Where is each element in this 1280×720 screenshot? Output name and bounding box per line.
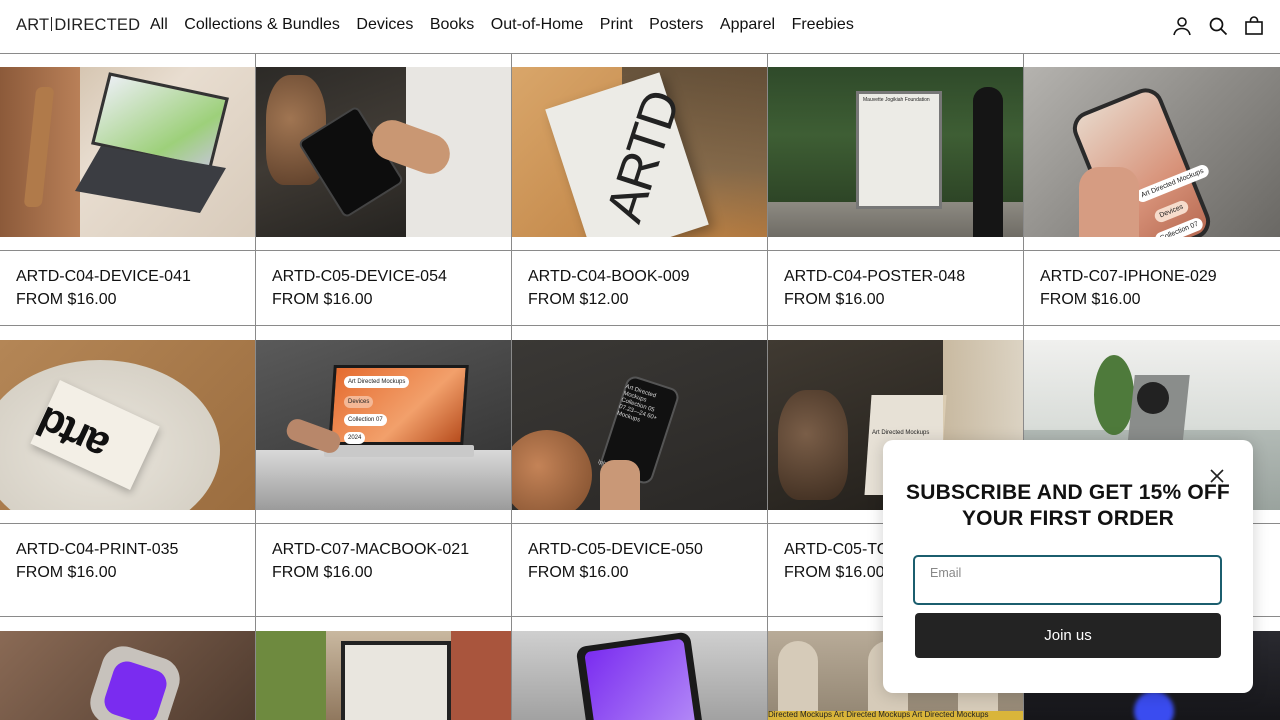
nav-apparel[interactable]: Apparel	[720, 16, 775, 34]
product-title[interactable]: ARTD-C04-BOOK-009	[528, 268, 690, 286]
product-meta: ARTD-C05-DEVICE-050 FROM $16.00	[512, 523, 767, 617]
product-image[interactable]: Mauvette Jogikiah Foundation	[768, 67, 1023, 237]
mac-pill-4: 2024	[344, 432, 366, 444]
product-card[interactable]: ARTD-C04-DEVICE-041 FROM $16.00	[0, 54, 256, 326]
nav-collections-bundles[interactable]: Collections & Bundles	[184, 16, 340, 34]
product-meta: ARTD-C04-BOOK-009 FROM $12.00	[512, 250, 767, 326]
product-image[interactable]	[256, 67, 511, 237]
nav-print[interactable]: Print	[600, 16, 633, 34]
product-card[interactable]: Art Directed Mockups Collection 05 07.23…	[512, 326, 768, 617]
product-title[interactable]: ARTD-C04-DEVICE-041	[16, 268, 191, 286]
product-card[interactable]	[0, 617, 256, 720]
product-price: FROM $16.00	[16, 291, 117, 308]
logo-left: ART	[16, 16, 50, 34]
email-label: Email	[930, 566, 962, 580]
subscribe-popup: SUBSCRIBE AND GET 15% OFF YOUR FIRST ORD…	[883, 440, 1253, 693]
product-image[interactable]: Art Directed Mockups Devices Collection …	[1024, 67, 1280, 237]
product-meta: ARTD-C04-POSTER-048 FROM $16.00	[768, 250, 1023, 326]
product-image[interactable]: Art Directed Mockups Collection 05 07.23…	[512, 340, 767, 510]
nav-out-of-home[interactable]: Out-of-Home	[491, 16, 583, 34]
nav-freebies[interactable]: Freebies	[792, 16, 854, 34]
product-row: ARTD-C04-DEVICE-041 FROM $16.00 ARTD-C05…	[0, 54, 1280, 326]
product-image[interactable]: Art Directed Mockups Devices Collection …	[256, 340, 511, 510]
tote-text: Art Directed Mockups	[872, 430, 930, 436]
product-image[interactable]	[0, 631, 255, 720]
product-image[interactable]: ARTD	[512, 67, 767, 237]
product-meta: ARTD-C04-DEVICE-041 FROM $16.00	[0, 250, 255, 326]
popup-heading: SUBSCRIBE AND GET 15% OFF YOUR FIRST ORD…	[906, 481, 1230, 530]
logo[interactable]: ART DIRECTED	[16, 16, 140, 35]
header-icons	[1172, 16, 1264, 36]
product-price: FROM $16.00	[528, 564, 629, 581]
product-card[interactable]: Art Directed Mockups Devices Collection …	[256, 326, 512, 617]
poster-header-text: Mauvette Jogikiah Foundation	[863, 97, 930, 103]
product-card[interactable]: artd ARTD-C04-PRINT-035 FROM $16.00	[0, 326, 256, 617]
product-price: FROM $12.00	[528, 291, 629, 308]
product-image[interactable]	[256, 631, 511, 720]
logo-right: DIRECTED	[54, 16, 141, 34]
mac-pill-2: Devices	[344, 396, 374, 408]
product-title[interactable]: ARTD-C04-PRINT-035	[16, 541, 178, 559]
nav-posters[interactable]: Posters	[649, 16, 703, 34]
email-input[interactable]	[929, 581, 1209, 601]
product-image[interactable]: artd	[0, 340, 255, 510]
product-title[interactable]: ARTD-C07-IPHONE-029	[1040, 268, 1217, 286]
product-title[interactable]: ARTD-C05-DEVICE-050	[528, 541, 703, 559]
nav-books[interactable]: Books	[430, 16, 474, 34]
product-meta: ARTD-C07-MACBOOK-021 FROM $16.00	[256, 523, 511, 617]
product-title[interactable]: ARTD-C04-POSTER-048	[784, 268, 965, 286]
nav-all[interactable]: All	[150, 16, 168, 34]
nav-devices[interactable]: Devices	[356, 16, 413, 34]
product-title[interactable]: ARTD-C05-DEVICE-054	[272, 268, 447, 286]
product-price: FROM $16.00	[784, 564, 885, 581]
product-price: FROM $16.00	[272, 291, 373, 308]
product-card[interactable]: Art Directed Mockups Devices Collection …	[1024, 54, 1280, 326]
cart-icon[interactable]	[1244, 16, 1264, 36]
product-card[interactable]: ARTD ARTD-C04-BOOK-009 FROM $12.00	[512, 54, 768, 326]
product-card[interactable]	[512, 617, 768, 720]
main-nav: All Collections & Bundles Devices Books …	[150, 16, 870, 34]
product-card[interactable]: ARTD-C05-DEVICE-054 FROM $16.00	[256, 54, 512, 326]
product-title[interactable]: ARTD-C05-TO	[784, 541, 889, 559]
product-image[interactable]	[0, 67, 255, 237]
search-icon[interactable]	[1208, 16, 1228, 36]
account-icon[interactable]	[1172, 16, 1192, 36]
product-price: FROM $16.00	[272, 564, 373, 581]
product-meta: ARTD-C07-IPHONE-029 FROM $16.00	[1024, 250, 1280, 326]
product-price: FROM $16.00	[784, 291, 885, 308]
site-header: ART DIRECTED All Collections & Bundles De…	[0, 0, 1280, 54]
product-price: FROM $16.00	[1040, 291, 1141, 308]
product-price: FROM $16.00	[16, 564, 117, 581]
email-field-wrapper[interactable]: Email	[913, 555, 1222, 605]
ticker-text: Directed Mockups Art Directed Mockups Ar…	[768, 710, 989, 719]
product-card[interactable]: Mauvette Jogikiah Foundation ARTD-C04-PO…	[768, 54, 1024, 326]
product-meta: ARTD-C05-DEVICE-054 FROM $16.00	[256, 250, 511, 326]
join-button[interactable]: Join us	[915, 613, 1221, 658]
mac-pill-1: Art Directed Mockups	[344, 376, 410, 388]
mac-pill-3: Collection 07	[344, 414, 387, 426]
logo-separator	[51, 17, 53, 31]
product-title[interactable]: ARTD-C07-MACBOOK-021	[272, 541, 469, 559]
product-meta: ARTD-C04-PRINT-035 FROM $16.00	[0, 523, 255, 617]
product-card[interactable]	[256, 617, 512, 720]
product-image[interactable]	[512, 631, 767, 720]
